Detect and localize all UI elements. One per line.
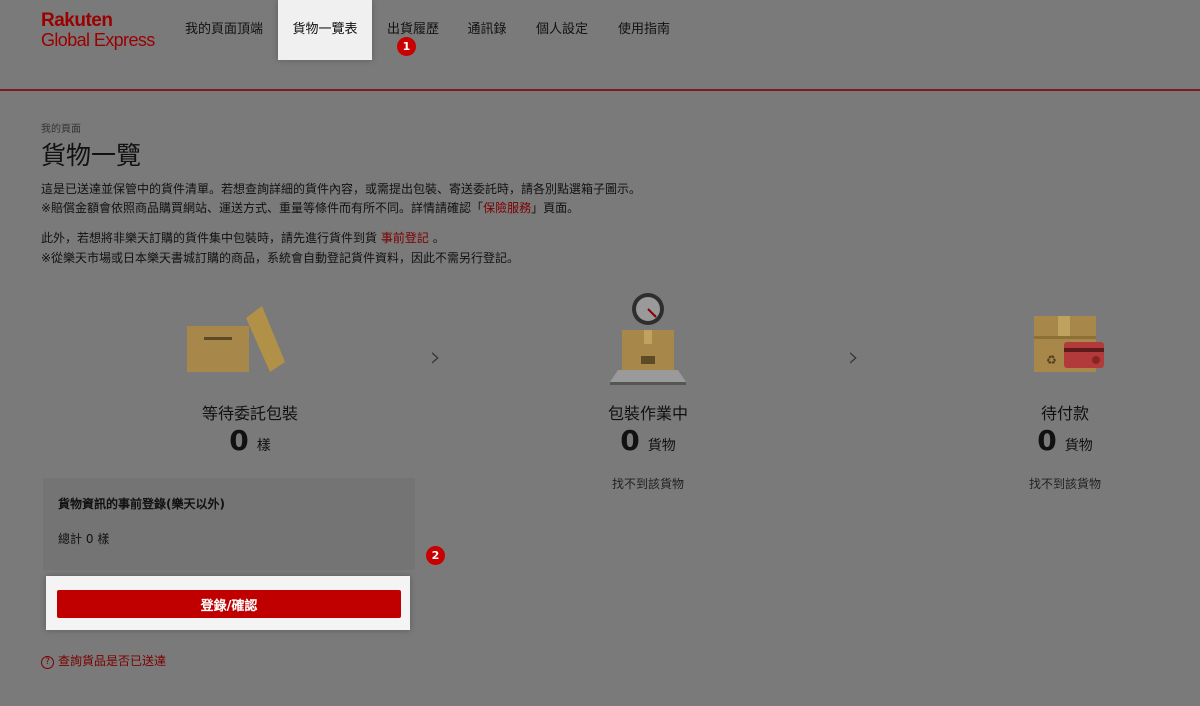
step-unit: 貨物: [1064, 438, 1093, 454]
box-card-icon[interactable]: ♻: [1030, 312, 1108, 376]
description-line-3-post: 。: [432, 231, 445, 245]
description-line-1: 這是已送達並保管中的貨件清單。若想查詢詳細的貨件內容，或需提出包裝、寄送委託時，…: [41, 182, 642, 196]
step-count: 0: [229, 424, 249, 457]
site-header: Rakuten Global Express 我的頁面頂端 貨物一覽表 出貨履歷…: [0, 0, 1200, 89]
header-divider: [0, 89, 1200, 91]
panel-total: 總計 0 樣: [58, 530, 109, 547]
insurance-service-link[interactable]: 保險服務: [483, 201, 531, 215]
description-line-2-pre: ※賠償金額會依照商品購買網站、運送方式、重量等條件而有所不同。詳情請確認「: [41, 201, 484, 215]
total-unit: 樣: [97, 532, 110, 546]
open-box-icon[interactable]: [184, 304, 288, 376]
pre-registration-link[interactable]: 事前登記: [381, 231, 429, 245]
step-label: 待付款: [1040, 404, 1089, 423]
scale-box-icon[interactable]: [606, 290, 690, 386]
nav-my-page-top[interactable]: 我的頁面頂端: [176, 0, 272, 60]
total-label: 總計: [58, 532, 83, 546]
step-arrow-2: ›: [848, 340, 860, 373]
step-label: 包裝作業中: [607, 404, 688, 423]
register-confirm-button[interactable]: 登錄/確認: [57, 590, 401, 618]
description-line-2: ※賠償金額會依照商品購買網站、運送方式、重量等條件而有所不同。詳情請確認「保險服…: [41, 199, 579, 216]
svg-text:♻: ♻: [1046, 353, 1057, 367]
description-line-2-post: 」頁面。: [531, 201, 580, 215]
step-label: 等待委託包裝: [201, 404, 298, 423]
total-value: 0: [85, 532, 94, 546]
rakuten-global-express-logo[interactable]: Rakuten Global Express: [41, 11, 155, 49]
nav-user-guide[interactable]: 使用指南: [610, 0, 678, 60]
step-awaiting-payment[interactable]: 待付款 0 貨物 找不到該貨物: [965, 400, 1165, 492]
step-count: 0: [1037, 424, 1057, 457]
step-empty-note: 找不到該貨物: [1028, 477, 1101, 491]
logo-line-1: Rakuten: [41, 10, 113, 31]
step-empty-note: 找不到該貨物: [611, 477, 684, 491]
page-title: 貨物一覽: [41, 141, 142, 170]
highlight-box: 登錄/確認: [46, 576, 410, 630]
description-line-3-pre: 此外，若想將非樂天訂購的貨件集中包裝時，請先進行貨件到貨: [41, 231, 378, 245]
step-awaiting-packing[interactable]: 等待委託包裝 0樣: [150, 400, 350, 457]
annotation-badge-2: 2: [426, 546, 445, 565]
pre-registration-panel: 貨物資訊的事前登錄(樂天以外) 總計 0 樣: [43, 478, 415, 570]
logo-line-2: Global Express: [41, 30, 155, 50]
nav-personal-settings[interactable]: 個人設定: [528, 0, 596, 60]
description-line-4: ※從樂天市場或日本樂天書城訂購的商品，系統會自動登記貨件資料，因此不需另行登記。: [41, 251, 520, 265]
step-packing-in-progress[interactable]: 包裝作業中 0 貨物 找不到該貨物: [548, 400, 748, 492]
step-unit: 貨物: [647, 438, 676, 454]
nav-package-list[interactable]: 貨物一覽表: [278, 0, 372, 60]
check-delivery-link[interactable]: ? 查詢貨品是否已送達: [41, 652, 166, 669]
annotation-badge-1: 1: [397, 37, 416, 56]
step-unit: 樣: [256, 438, 271, 454]
nav-address-book[interactable]: 通訊錄: [460, 0, 514, 60]
check-delivery-label: 查詢貨品是否已送達: [58, 654, 167, 668]
help-circle-icon: ?: [41, 656, 54, 669]
step-count: 0: [620, 424, 640, 457]
panel-title: 貨物資訊的事前登錄(樂天以外): [58, 497, 225, 511]
description-line-3: 此外，若想將非樂天訂購的貨件集中包裝時，請先進行貨件到貨 事前登記 。: [41, 229, 445, 246]
breadcrumb[interactable]: 我的頁面: [41, 120, 81, 135]
step-arrow-1: ›: [430, 340, 442, 373]
